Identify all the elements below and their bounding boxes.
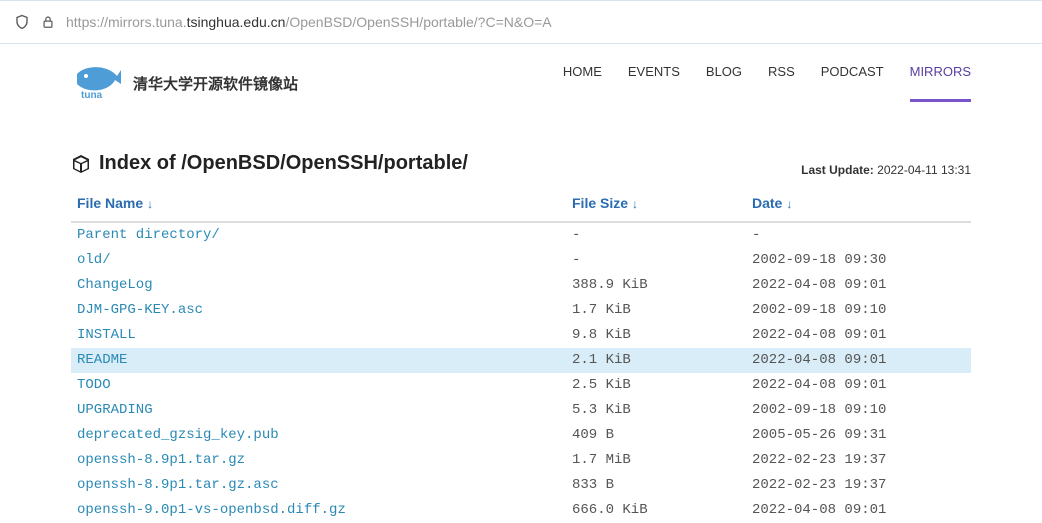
file-date: 2002-09-18 09:30: [746, 248, 971, 273]
file-link[interactable]: TODO: [77, 377, 111, 393]
table-row: TODO 2.5 KiB2022-04-08 09:01: [71, 373, 971, 398]
lock-icon: [40, 14, 56, 30]
main-nav: HOME EVENTS BLOG RSS PODCAST MIRRORS: [563, 64, 971, 102]
file-link[interactable]: old/: [77, 252, 111, 268]
file-size: -: [566, 248, 746, 273]
table-row: Parent directory/ --: [71, 223, 971, 248]
nav-link-home[interactable]: HOME: [563, 64, 602, 102]
url-bar[interactable]: https://mirrors.tuna.tsinghua.edu.cn/Ope…: [0, 0, 1042, 44]
brand-text: 清华大学开源软件镜像站: [133, 73, 298, 94]
col-header-name[interactable]: File Name↓: [71, 187, 566, 223]
sort-arrow-icon: ↓: [147, 197, 153, 211]
file-size: -: [566, 223, 746, 248]
file-date: 2022-02-23 19:37: [746, 473, 971, 498]
svg-text:tuna: tuna: [81, 90, 103, 101]
sort-arrow-icon: ↓: [632, 197, 638, 211]
file-size: 388.9 KiB: [566, 273, 746, 298]
file-link[interactable]: deprecated_gzsig_key.pub: [77, 427, 279, 443]
file-link[interactable]: ChangeLog: [77, 277, 153, 293]
file-link[interactable]: openssh-8.9p1.tar.gz.asc: [77, 477, 279, 493]
file-date: 2022-02-23 19:37: [746, 448, 971, 473]
file-link[interactable]: openssh-8.9p1.tar.gz: [77, 452, 245, 468]
shield-icon: [14, 14, 30, 30]
table-row: openssh-9.0p1-vs-openbsd.diff.gz 666.0 Ki…: [71, 498, 971, 523]
file-date: 2022-04-08 09:01: [746, 348, 971, 373]
file-link[interactable]: DJM-GPG-KEY.asc: [77, 302, 203, 318]
file-date: 2022-04-08 09:01: [746, 323, 971, 348]
title-path: /OpenBSD/OpenSSH/portable/: [181, 152, 468, 174]
file-date: 2022-04-08 09:01: [746, 373, 971, 398]
table-row: ChangeLog 388.9 KiB2022-04-08 09:01: [71, 273, 971, 298]
cube-icon: [71, 154, 91, 174]
last-update: Last Update: 2022-04-11 13:31: [801, 163, 971, 177]
table-row: deprecated_gzsig_key.pub 409 B2005-05-26 …: [71, 423, 971, 448]
col-header-date[interactable]: Date↓: [746, 187, 971, 223]
table-row: openssh-8.9p1.tar.gz 1.7 MiB2022-02-23 19…: [71, 448, 971, 473]
table-row: UPGRADING 5.3 KiB2002-09-18 09:10: [71, 398, 971, 423]
file-link[interactable]: openssh-9.0p1-vs-openbsd.diff.gz: [77, 502, 346, 518]
table-row: INSTALL 9.8 KiB2022-04-08 09:01: [71, 323, 971, 348]
file-date: 2002-09-18 09:10: [746, 298, 971, 323]
file-size: 1.7 KiB: [566, 298, 746, 323]
file-date: -: [746, 223, 971, 248]
table-row: openssh-8.9p1.tar.gz.asc 833 B2022-02-23 …: [71, 473, 971, 498]
nav-link-blog[interactable]: BLOG: [706, 64, 742, 102]
file-link[interactable]: UPGRADING: [77, 402, 153, 418]
title-prefix: Index of: [99, 152, 181, 174]
file-date: 2005-05-26 09:31: [746, 423, 971, 448]
file-size: 409 B: [566, 423, 746, 448]
tuna-logo-icon: tuna: [71, 62, 125, 104]
page-title: Index of /OpenBSD/OpenSSH/portable/: [71, 152, 468, 175]
file-size: 1.7 MiB: [566, 448, 746, 473]
table-row: old/ -2002-09-18 09:30: [71, 248, 971, 273]
file-listing-table: File Name↓ File Size↓ Date↓ Parent direc…: [71, 187, 971, 523]
file-size: 2.1 KiB: [566, 348, 746, 373]
file-size: 666.0 KiB: [566, 498, 746, 523]
table-row: DJM-GPG-KEY.asc 1.7 KiB2002-09-18 09:10: [71, 298, 971, 323]
table-row: README 2.1 KiB2022-04-08 09:01: [71, 348, 971, 373]
file-date: 2022-04-08 09:01: [746, 498, 971, 523]
file-size: 9.8 KiB: [566, 323, 746, 348]
file-date: 2022-04-08 09:01: [746, 273, 971, 298]
nav-link-events[interactable]: EVENTS: [628, 64, 680, 102]
col-header-size[interactable]: File Size↓: [566, 187, 746, 223]
nav-link-mirrors[interactable]: MIRRORS: [910, 64, 971, 102]
nav-link-podcast[interactable]: PODCAST: [821, 64, 884, 102]
file-link[interactable]: Parent directory/: [77, 227, 220, 243]
file-date: 2002-09-18 09:10: [746, 398, 971, 423]
file-link[interactable]: INSTALL: [77, 327, 136, 343]
site-header: tuna 清华大学开源软件镜像站 HOME EVENTS BLOG RSS PODCAS…: [71, 62, 971, 104]
file-size: 833 B: [566, 473, 746, 498]
file-size: 2.5 KiB: [566, 373, 746, 398]
sort-arrow-icon: ↓: [786, 197, 792, 211]
url-text: https://mirrors.tuna.tsinghua.edu.cn/Ope…: [66, 14, 552, 30]
file-link[interactable]: README: [77, 352, 127, 368]
nav-link-rss[interactable]: RSS: [768, 64, 795, 102]
file-size: 5.3 KiB: [566, 398, 746, 423]
brand[interactable]: tuna 清华大学开源软件镜像站: [71, 62, 298, 104]
